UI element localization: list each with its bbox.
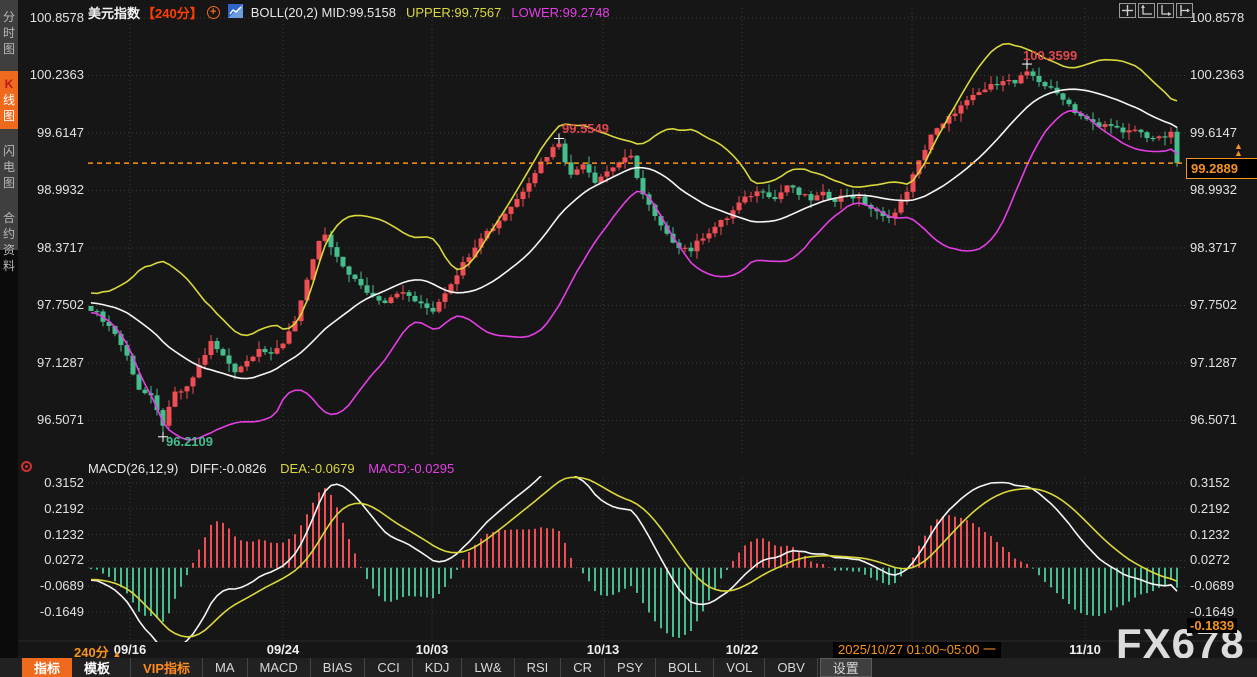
toolbar-item-VIP指标[interactable]: VIP指标 [130,658,203,677]
toolbar-item-CCI[interactable]: CCI [365,658,413,677]
macd-dea-readout: DEA:-0.0679 [280,461,355,476]
axis-shift-icon[interactable] [1176,3,1193,18]
kline-plot-surface[interactable] [0,0,1257,677]
pan-icon[interactable] [1119,3,1136,18]
macd-current-value-label: -0.1839 [1187,618,1238,633]
toolbar-item-LW&[interactable]: LW& [462,658,515,677]
price-cross-marker [554,133,564,144]
current-price-box: 99.2889 [1186,158,1257,179]
toolbar-item-MA[interactable]: MA [203,658,248,677]
toolbar-item-CR[interactable]: CR [561,658,606,677]
chart-window: 分时图 K线图 闪电图 合约资料 100.8578 100.8578 100.236… [0,0,1257,677]
toolbar-item-BOLL[interactable]: BOLL [656,658,715,677]
boll-mid-readout: BOLL(20,2) MID:99.5158 [250,4,396,20]
interval-tag[interactable]: 【240分】 [142,3,203,22]
macd-params-label: MACD(26,12,9) [88,461,179,476]
candles-layer [88,64,1180,437]
toolbar-item-OBV[interactable]: OBV [765,658,818,677]
boll-lower-readout: LOWER:99.2748 [511,4,610,20]
x-axis-zoom-icon[interactable] [1157,3,1174,18]
symbol-title: 美元指数 [88,5,141,21]
circle-plus-icon[interactable]: + [206,5,220,19]
macd-header: MACD(26,12,9) DIFF:-0.0826 DEA:-0.0679 M… [88,461,454,476]
plot-tool-buttons [1119,3,1193,18]
boll-upper-readout: UPPER:99.7567 [405,4,502,20]
toolbar-item-模板[interactable]: 模板 [72,658,122,677]
chart-header: 美元指数 【240分】 + BOLL(20,2) MID:99.5158 UPP… [88,3,610,21]
price-up-arrows-icon: ▲ ▲ [1234,141,1243,158]
toolbar-item-设置[interactable]: 设置 [819,658,872,677]
macd-layer [90,476,1178,642]
toolbar-item-指标[interactable]: 指标 [22,658,73,677]
price-cross-marker [158,431,168,442]
toolbar-item-PSY[interactable]: PSY [605,658,657,677]
indicator-toolbar: 指标 模板 VIP指标 MA MACD BIAS CCI KDJ LW& RSI CR PSY BOLL… [0,658,1257,677]
y-axis-zoom-icon[interactable] [1138,3,1155,18]
macd-hist-readout: MACD:-0.0295 [368,461,455,476]
toolbar-item-MACD[interactable]: MACD [248,658,311,677]
chart-thumbnail-icon[interactable] [227,3,243,21]
selected-candle-time-label: 2025/10/27 01:00~05:00 一 [833,642,1001,658]
toolbar-item-RSI[interactable]: RSI [515,658,562,677]
toolbar-item-BIAS[interactable]: BIAS [311,658,366,677]
toolbar-item-KDJ[interactable]: KDJ [413,658,463,677]
price-cross-marker [1022,59,1032,70]
macd-diff-readout: DIFF:-0.0826 [189,461,267,476]
toolbar-item-VOL[interactable]: VOL [714,658,766,677]
boll-bands-layer [90,42,1178,441]
